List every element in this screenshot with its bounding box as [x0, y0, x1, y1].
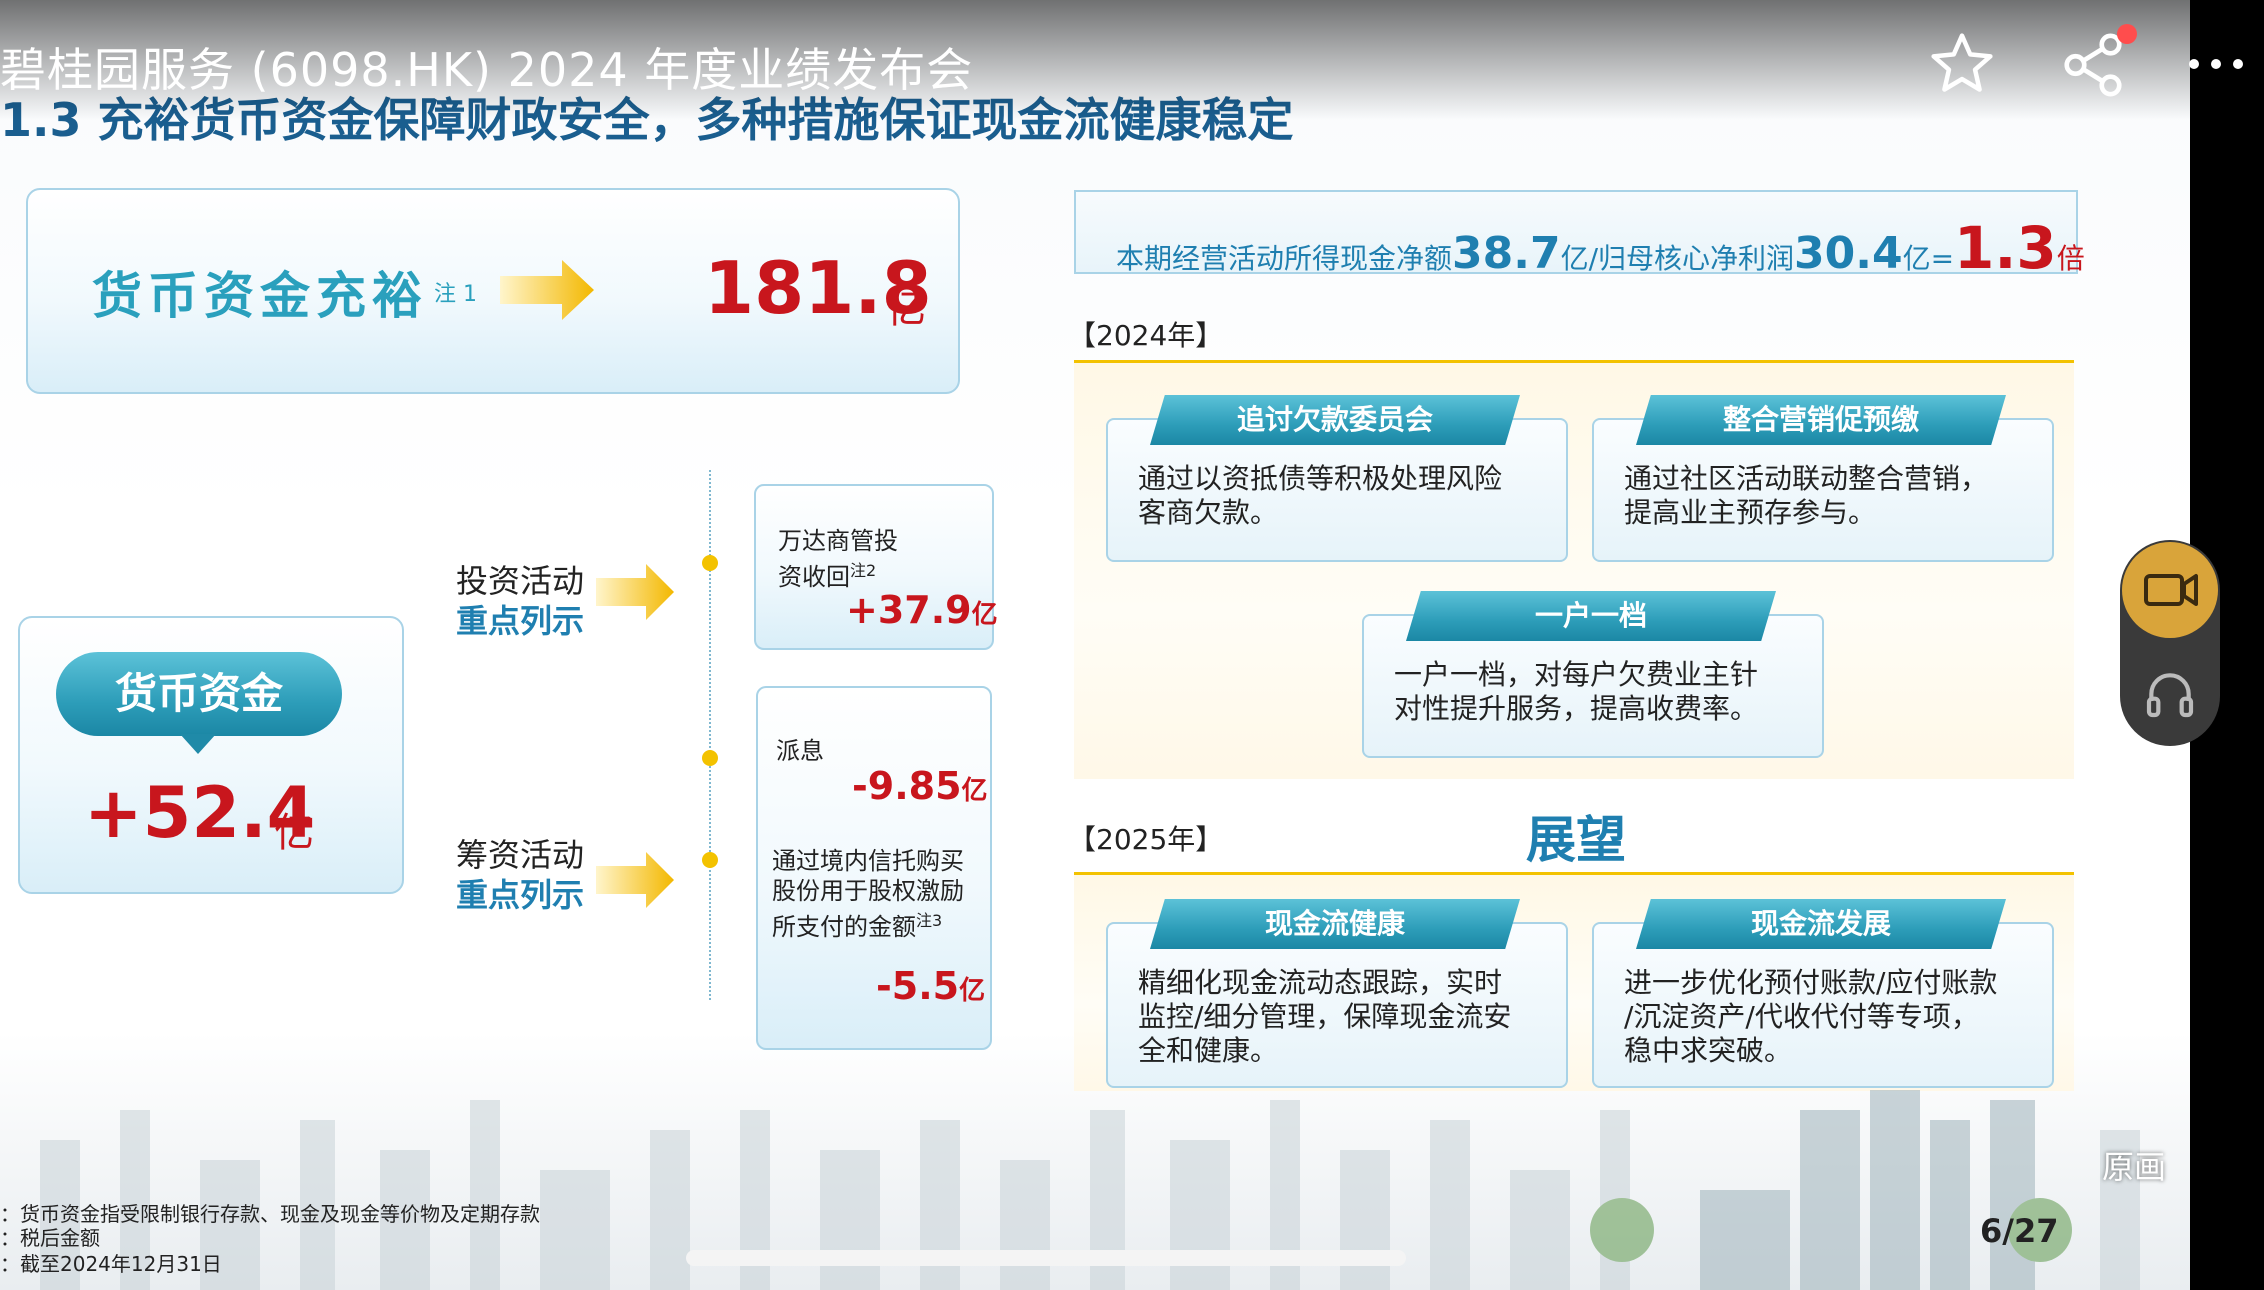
card-text: 通过以资抵债等积极处理风险 [1138, 462, 1503, 495]
card-text: 提高业主预存参与。 [1624, 496, 1877, 529]
cash-banner-note: 注 1 [434, 282, 477, 307]
trust-line1: 通过境内信托购买 [772, 847, 964, 875]
year-2025-label: 【2025年】 [1068, 823, 1224, 856]
ratio-bar: 本期经营活动所得现金净额38.7亿/归母核心净利润30.4亿=1.3倍 [1074, 190, 2085, 282]
card-text: /沉淀资产/代收代付等专项， [1624, 1000, 1979, 1033]
share-icon[interactable] [2058, 30, 2128, 100]
timeline-dot [702, 555, 718, 571]
card-text: 对性提升服务，提高收费率。 [1394, 692, 1759, 725]
outlook-title: 展望 [1526, 811, 1626, 869]
card-title: 整合营销促预缴 [1636, 395, 2006, 445]
camera-icon[interactable] [2122, 542, 2218, 638]
timeline-line [709, 470, 711, 1000]
cash-banner-label: 货币资金充裕 [92, 267, 428, 325]
trust-line3: 所支付的金额注3 [772, 911, 943, 941]
card-text: 稳中求突破。 [1624, 1034, 1793, 1067]
cash-pill: 货币资金 [56, 652, 342, 736]
home-indicator[interactable] [686, 1250, 1406, 1266]
slide: 1.3 充裕货币资金保障财政安全，多种措施保证现金流健康稳定 货币资金充裕 注 … [0, 0, 2190, 1290]
headphones-icon[interactable] [2142, 666, 2198, 722]
finance-sub: 重点列示 [456, 876, 585, 914]
card-title: 现金流发展 [1636, 899, 2006, 949]
trust-value: -5.5亿 [876, 964, 986, 1008]
timeline-dot [702, 750, 718, 766]
timeline-dot [702, 852, 718, 868]
wanda-text2: 资收回注2 [778, 561, 877, 591]
cash-box-unit: 亿 [274, 810, 314, 856]
arrow-icon [596, 852, 674, 908]
footnote: ：税后金额 [0, 1226, 100, 1250]
wanda-value: +37.9亿 [846, 588, 998, 632]
card-text: 客商欠款。 [1138, 496, 1279, 529]
notification-dot [2117, 24, 2137, 44]
card-text: 进一步优化预付账款/应付账款 [1624, 966, 1998, 999]
video-title: 碧桂园服务 (6098.HK) 2024 年度业绩发布会 [0, 43, 974, 97]
cash-banner-unit: 亿 [886, 286, 926, 332]
card-title: 现金流健康 [1150, 899, 1520, 949]
pill-tail [180, 734, 216, 754]
card-title: 一户一档 [1406, 591, 1776, 641]
card-text: 监控/细分管理，保障现金流安 [1138, 1000, 1512, 1033]
card-text: 通过社区活动联动整合营销， [1624, 462, 1989, 495]
original-quality-button[interactable]: 原画 [2102, 1142, 2166, 1188]
footnote: ：截至2024年12月31日 [0, 1252, 222, 1276]
invest-sub: 重点列示 [456, 602, 585, 640]
card-text: 一户一档，对每户欠费业主针 [1394, 658, 1759, 691]
arrow-icon [596, 564, 674, 620]
dividend-label: 派息 [776, 737, 824, 765]
trust-line2: 股份用于股权激励 [772, 877, 964, 905]
ratio-text: 本期经营活动所得现金净额38.7亿/归母核心净利润30.4亿=1.3倍 [1116, 214, 2085, 282]
year-2024-label: 【2024年】 [1068, 319, 1224, 352]
card-text: 全和健康。 [1138, 1034, 1279, 1067]
card-text: 精细化现金流动态跟踪，实时 [1138, 966, 1503, 999]
page-number: 6/27 [1980, 1212, 2059, 1250]
arrow-icon [500, 260, 594, 320]
dividend-value: -9.85亿 [852, 764, 988, 808]
card-title: 追讨欠款委员会 [1150, 395, 1520, 445]
star-icon[interactable] [1928, 30, 1996, 98]
wanda-text1: 万达商管投 [778, 527, 898, 555]
more-icon[interactable] [2186, 52, 2246, 76]
